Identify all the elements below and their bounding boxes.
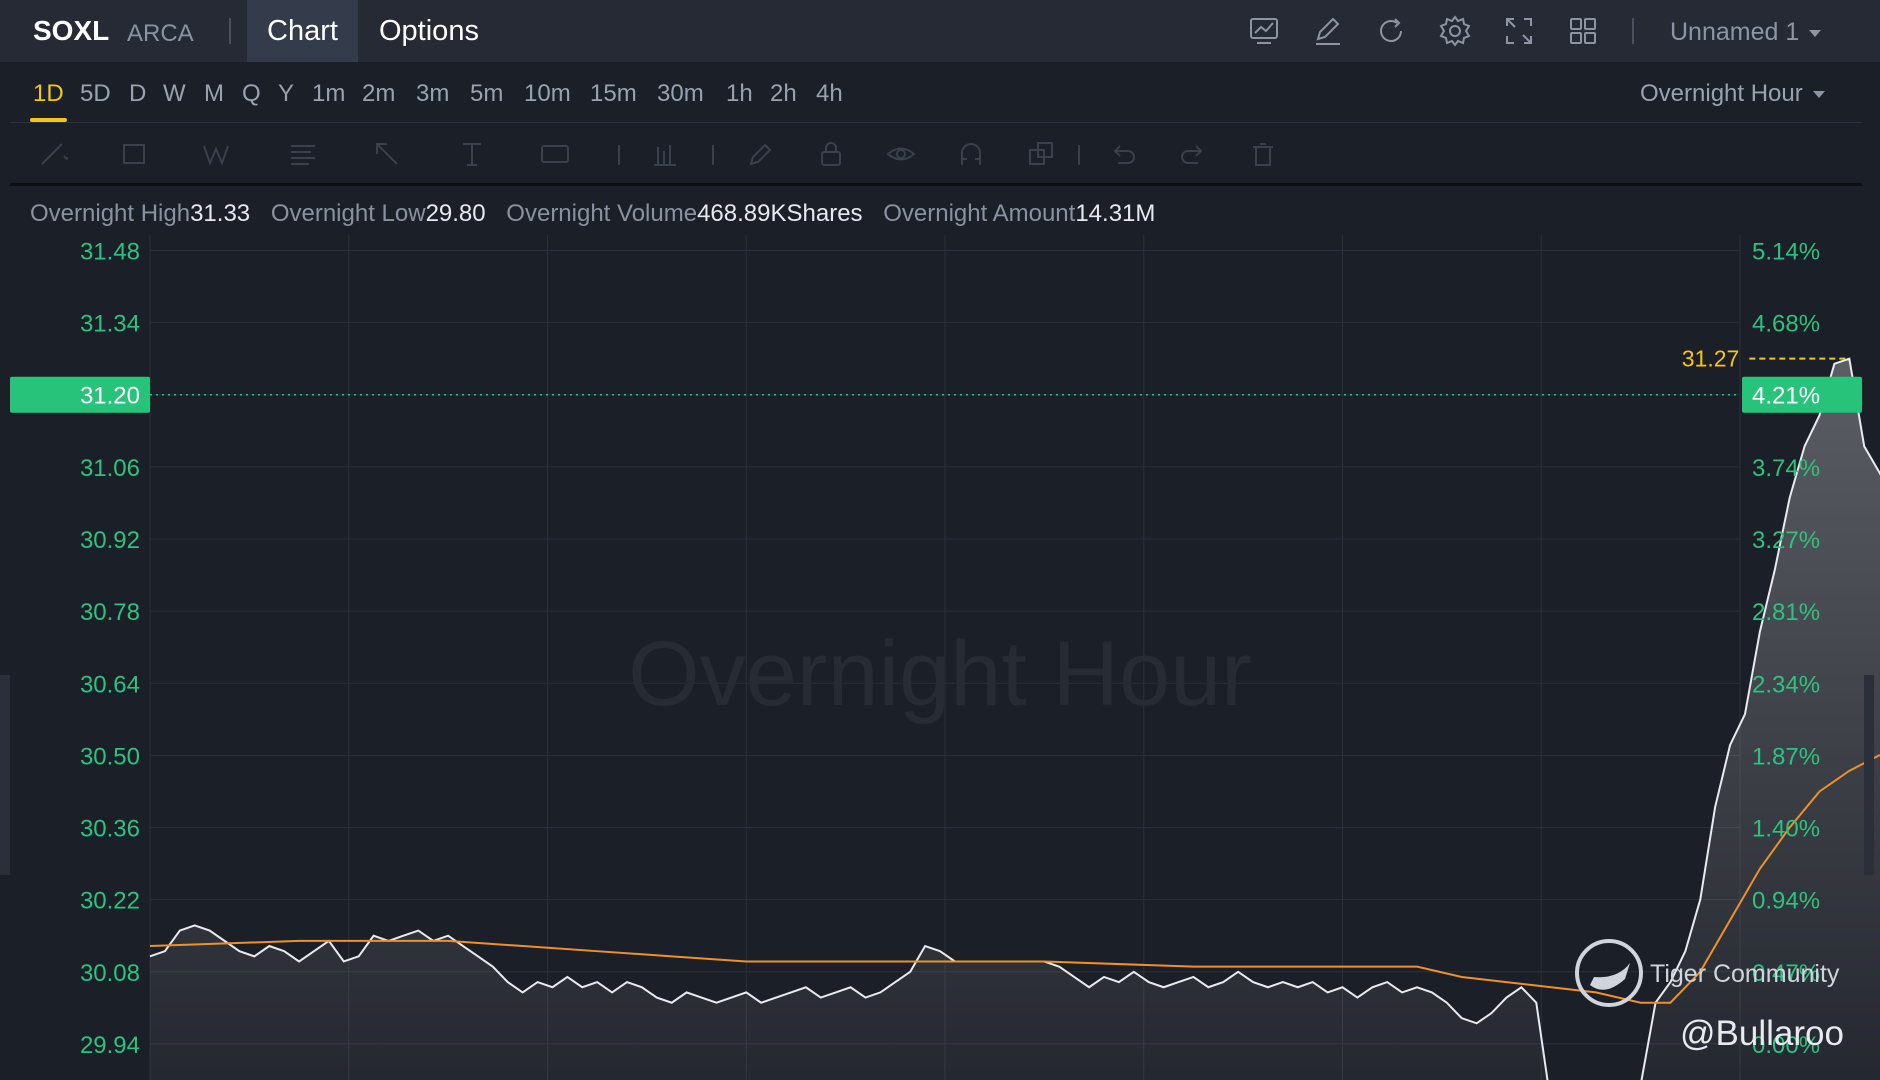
refresh-icon[interactable] [1374, 14, 1408, 48]
toolbar-divider [712, 145, 714, 165]
trash-icon[interactable] [1248, 139, 1278, 169]
layout-name-label: Unnamed 1 [1670, 18, 1800, 46]
eye-icon[interactable] [886, 139, 916, 169]
price-chart[interactable]: Overnight Hour 31.48 31.34 31.06 30.92 30.78… [0, 235, 1880, 1080]
current-price-tag-label: 31.20 [80, 383, 140, 410]
chart-watermark: Overnight Hour [628, 623, 1252, 725]
interval-1h[interactable]: 1h [726, 80, 753, 108]
percent-tick-label: 2.34% [1752, 671, 1820, 698]
measure-tool-icon[interactable] [650, 139, 680, 169]
price-tick-label: 30.22 [80, 888, 140, 915]
toolbar-divider [618, 145, 620, 165]
price-tick-label: 31.06 [80, 455, 140, 482]
interval-D[interactable]: D [129, 80, 146, 108]
indicators-icon[interactable] [1247, 14, 1281, 48]
tab-options[interactable]: Options [359, 0, 499, 62]
drawing-toolbar [10, 125, 1862, 183]
price-tick-label: 30.92 [80, 527, 140, 554]
community-label: Tiger Community [1650, 960, 1840, 988]
price-tick-label: 30.64 [80, 671, 140, 698]
draw-icon[interactable] [1311, 14, 1345, 48]
fullscreen-icon[interactable] [1502, 14, 1536, 48]
percent-tick-label: 5.14% [1752, 238, 1820, 265]
price-tick-label: 31.48 [80, 238, 140, 265]
redo-icon[interactable] [1178, 139, 1208, 169]
header-divider [229, 18, 231, 44]
rectangle-tool-icon[interactable] [120, 139, 150, 169]
peak-annotation: 31.27 [1682, 346, 1846, 372]
interval-5D[interactable]: 5D [80, 80, 111, 108]
interval-5m[interactable]: 5m [470, 80, 503, 108]
header-divider [1632, 18, 1634, 44]
percent-tick-label: 0.94% [1752, 888, 1820, 915]
pencil-icon[interactable] [745, 139, 775, 169]
session-selector[interactable]: Overnight Hour [1640, 80, 1825, 108]
author-handle: @Bullaroo [1680, 1014, 1844, 1053]
interval-15m[interactable]: 15m [590, 80, 637, 108]
text-tool-icon[interactable] [457, 139, 487, 169]
interval-30m[interactable]: 30m [657, 80, 704, 108]
overnight-volume-value: 468.89KShares [697, 200, 863, 227]
interval-2m[interactable]: 2m [362, 80, 395, 108]
tab-chart[interactable]: Chart [247, 0, 358, 62]
toolbar-bottom-border [10, 183, 1862, 186]
price-axis: 31.48 31.34 31.06 30.92 30.78 30.64 30.50 30.36… [80, 238, 140, 1058]
overnight-amount-value: 14.31M [1075, 200, 1156, 227]
clone-icon[interactable] [1026, 139, 1056, 169]
exchange-label: ARCA [127, 20, 194, 47]
overnight-volume-label: Overnight Volume [506, 200, 698, 227]
chevron-down-icon [1812, 91, 1825, 99]
overnight-high-label: Overnight High [30, 200, 191, 227]
current-percent-tag-label: 4.21% [1752, 383, 1820, 410]
fib-tool-icon[interactable] [288, 139, 318, 169]
percent-tick-label: 1.40% [1752, 816, 1820, 843]
price-tick-label: 30.78 [80, 599, 140, 626]
arrow-tool-icon[interactable] [372, 139, 402, 169]
undo-icon[interactable] [1108, 139, 1138, 169]
overnight-amount-label: Overnight Amount [883, 200, 1076, 227]
percent-tick-label: 2.81% [1752, 599, 1820, 626]
magnet-icon[interactable] [956, 139, 986, 169]
divider [10, 122, 1862, 123]
layout-selector[interactable]: Unnamed 1 [1670, 18, 1822, 47]
label-tool-icon[interactable] [540, 139, 570, 169]
settings-icon[interactable] [1438, 14, 1472, 48]
price-tick-label: 30.36 [80, 816, 140, 843]
top-bar: SOXL ARCA Chart Options Unnamed 1 [0, 0, 1880, 62]
toolbar-divider [1078, 145, 1080, 165]
peak-price-label: 31.27 [1682, 346, 1740, 372]
overnight-high-value: 31.33 [190, 200, 251, 227]
overnight-stats: Overnight High31.33 Overnight Low29.80 O… [30, 200, 1169, 228]
interval-W[interactable]: W [163, 80, 186, 108]
price-tick-label: 31.34 [80, 311, 140, 338]
symbol-title[interactable]: SOXL [33, 15, 109, 47]
interval-3m[interactable]: 3m [416, 80, 449, 108]
percent-tick-label: 1.87% [1752, 743, 1820, 770]
trendline-tool-icon[interactable] [38, 139, 71, 169]
percent-tick-label: 4.68% [1752, 311, 1820, 338]
price-tick-label: 30.50 [80, 743, 140, 770]
interval-M[interactable]: M [204, 80, 224, 108]
interval-1m[interactable]: 1m [312, 80, 345, 108]
chevron-down-icon [1809, 29, 1822, 37]
percent-tick-label: 3.27% [1752, 527, 1820, 554]
interval-Q[interactable]: Q [242, 80, 261, 108]
percent-tick-label: 3.74% [1752, 455, 1820, 482]
price-tick-label: 29.94 [80, 1032, 140, 1059]
layout-grid-icon[interactable] [1566, 14, 1600, 48]
interval-10m[interactable]: 10m [524, 80, 571, 108]
interval-bar: 1D 5D D W M Q Y 1m 2m 3m 5m 10m 15m 30m … [0, 62, 1880, 122]
overnight-low-label: Overnight Low [270, 200, 426, 227]
left-scroll-handle[interactable] [0, 675, 10, 875]
interval-1D[interactable]: 1D [33, 80, 64, 108]
wave-tool-icon[interactable] [202, 139, 232, 169]
interval-4h[interactable]: 4h [816, 80, 843, 108]
interval-Y[interactable]: Y [278, 80, 294, 108]
session-label: Overnight Hour [1640, 80, 1803, 107]
overnight-low-value: 29.80 [425, 200, 486, 227]
interval-2h[interactable]: 2h [770, 80, 797, 108]
price-tick-label: 30.08 [80, 960, 140, 987]
right-scroll-handle[interactable] [1864, 675, 1874, 875]
lock-icon[interactable] [816, 139, 846, 169]
